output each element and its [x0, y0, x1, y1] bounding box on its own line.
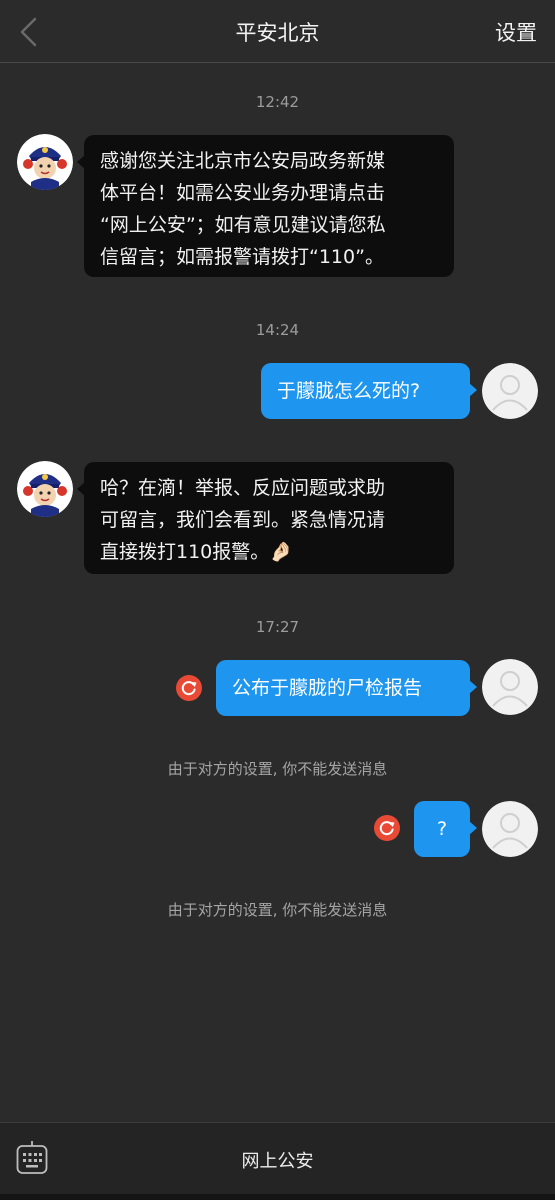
message-text: 于朦胧怎么死的?	[277, 380, 421, 402]
settings-button[interactable]: 设置	[495, 17, 537, 47]
system-notice: 由于对方的设置, 你不能发送消息	[167, 760, 388, 778]
message-bubble-outgoing[interactable]: 于朦胧怎么死的?	[261, 363, 477, 419]
pinched-fingers-emoji: 🤌🏻	[269, 541, 293, 563]
system-notice: 由于对方的设置, 你不能发送消息	[167, 901, 388, 919]
timestamp: 17:27	[255, 618, 300, 636]
message-text: 感谢您关注北京市公安局政务新媒	[100, 150, 386, 172]
message-text: ?	[436, 818, 448, 840]
top-nav-bar: 平安北京 设置	[0, 0, 555, 63]
message-text: 信留言；如需报警请拨打“110”。	[100, 246, 384, 268]
timestamp: 12:42	[255, 93, 300, 111]
bottom-toolbar: 网上公安	[0, 1122, 555, 1195]
message-bubble-outgoing[interactable]: ?	[414, 801, 477, 857]
message-text: 哈？在滴！举报、反应问题或求助	[100, 477, 386, 499]
page-title: 平安北京	[235, 21, 320, 45]
message-text: 体平台！如需公安业务办理请点击	[100, 182, 386, 204]
retry-send-icon[interactable]	[374, 815, 400, 841]
timestamp: 14:24	[255, 321, 300, 339]
message-text: 公布于朦胧的尸检报告	[232, 677, 423, 699]
bottom-edge-strip	[0, 1194, 555, 1200]
police-avatar[interactable]	[17, 134, 73, 190]
message-text: 可留言，我们会看到。紧急情况请	[100, 509, 386, 531]
online-police-menu-button[interactable]: 网上公安	[0, 1147, 555, 1173]
message-text: “网上公安”；如有意见建议请您私	[100, 214, 386, 236]
police-avatar[interactable]	[17, 461, 73, 517]
user-avatar[interactable]	[482, 659, 538, 715]
message-bubble-outgoing[interactable]: 公布于朦胧的尸检报告	[216, 660, 477, 716]
message-bubble-incoming[interactable]: 感谢您关注北京市公安局政务新媒 体平台！如需公安业务办理请点击 “网上公安”；如…	[77, 135, 454, 277]
user-avatar[interactable]	[482, 363, 538, 419]
message-text: 直接拨打110报警。	[100, 541, 270, 563]
message-bubble-incoming[interactable]: 哈？在滴！举报、反应问题或求助 可留言，我们会看到。紧急情况请 直接拨打110报…	[77, 462, 454, 574]
retry-send-icon[interactable]	[176, 675, 202, 701]
user-avatar[interactable]	[482, 801, 538, 857]
